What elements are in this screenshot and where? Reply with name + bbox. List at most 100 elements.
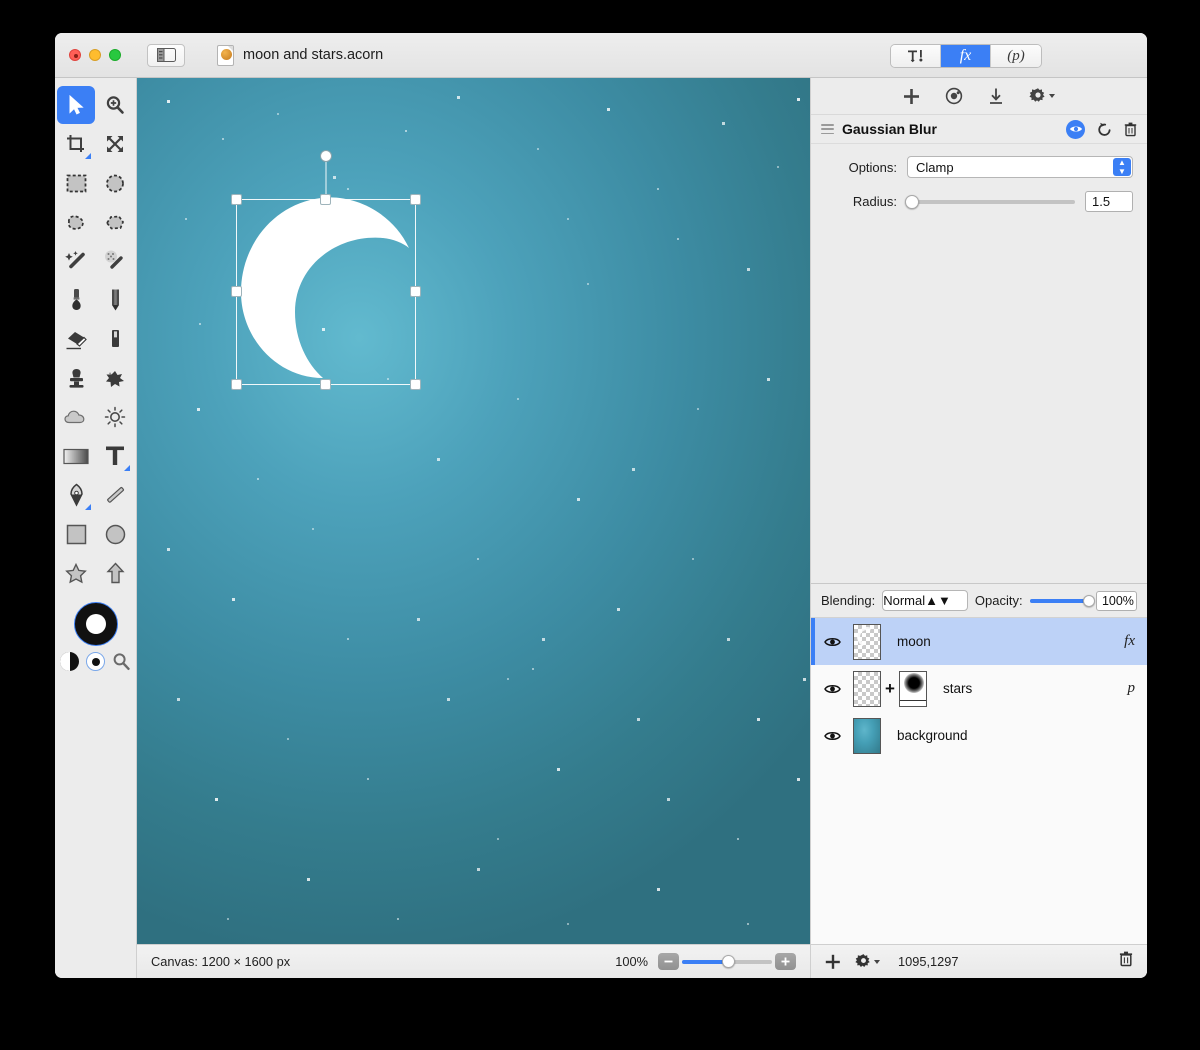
text-tool[interactable] bbox=[96, 437, 134, 475]
tab-filters[interactable]: fx bbox=[941, 45, 991, 67]
filter-header[interactable]: Gaussian Blur bbox=[811, 114, 1147, 144]
paint-bucket-tool[interactable] bbox=[96, 320, 134, 358]
line-tool[interactable] bbox=[96, 476, 134, 514]
smudge-splat-icon bbox=[106, 371, 124, 387]
zoom-in-button[interactable] bbox=[775, 953, 796, 970]
handle-top-right[interactable] bbox=[410, 194, 421, 205]
layer-name-label: stars bbox=[942, 681, 973, 696]
drag-grip-icon[interactable] bbox=[821, 124, 834, 134]
handle-top-center[interactable] bbox=[320, 194, 331, 205]
zoom-slider-thumb[interactable] bbox=[722, 955, 736, 968]
document-chip[interactable]: moon and stars.acorn bbox=[217, 44, 383, 66]
radius-value-field[interactable]: 1.5 bbox=[1085, 191, 1133, 212]
magic-wand-tool[interactable] bbox=[57, 242, 95, 280]
layer-fx-badge[interactable]: fx bbox=[1124, 633, 1135, 650]
bezier-pen-tool[interactable] bbox=[57, 476, 95, 514]
sidebar-toggle-button[interactable] bbox=[147, 43, 185, 67]
layer-mask-thumbnail bbox=[898, 670, 927, 707]
zoom-out-button[interactable] bbox=[658, 953, 679, 970]
color-wheel-icon[interactable] bbox=[945, 87, 963, 105]
options-popup-button[interactable]: Clamp ▲ ▼ bbox=[907, 156, 1133, 178]
zoom-tool[interactable] bbox=[96, 86, 134, 124]
star-shape-tool[interactable] bbox=[57, 554, 95, 592]
tab-tools[interactable] bbox=[891, 45, 941, 67]
arrow-shape-tool[interactable] bbox=[96, 554, 134, 592]
handle-bottom-left[interactable] bbox=[231, 379, 242, 390]
layer-name-label: moon bbox=[897, 634, 931, 649]
download-arrow-icon[interactable] bbox=[988, 87, 1004, 105]
chevron-down-icon bbox=[1049, 94, 1055, 98]
layer-visibility-toggle[interactable] bbox=[811, 683, 853, 695]
foreground-background-color-well[interactable] bbox=[73, 602, 118, 646]
handle-middle-right[interactable] bbox=[410, 286, 421, 297]
inspector-segmented-control[interactable]: fx (p) bbox=[890, 44, 1042, 68]
layer-row-background[interactable]: background bbox=[811, 712, 1147, 759]
cloud-icon bbox=[64, 410, 85, 424]
radius-slider-thumb[interactable] bbox=[905, 194, 920, 209]
close-button[interactable] bbox=[69, 49, 81, 61]
dodge-tool[interactable] bbox=[57, 398, 95, 436]
layer-row-moon[interactable]: moon fx bbox=[811, 618, 1147, 665]
canvas-viewport[interactable] bbox=[137, 78, 810, 944]
plus-icon[interactable] bbox=[903, 88, 920, 105]
rect-marquee-icon bbox=[66, 174, 86, 192]
reset-colors-icon[interactable] bbox=[86, 652, 105, 671]
handle-middle-left[interactable] bbox=[231, 286, 242, 297]
options-popup-value: Clamp bbox=[916, 159, 954, 175]
opacity-value-field[interactable]: 100% bbox=[1095, 590, 1137, 611]
radius-slider-track[interactable] bbox=[905, 194, 1075, 209]
delete-layer-button[interactable] bbox=[1119, 951, 1133, 972]
rectangular-select-tool[interactable] bbox=[57, 164, 95, 202]
eraser-tool[interactable] bbox=[57, 320, 95, 358]
polygon-lasso-tool[interactable] bbox=[96, 203, 134, 241]
zoom-slider-track[interactable] bbox=[682, 955, 772, 968]
add-layer-button[interactable] bbox=[825, 954, 841, 970]
gradient-tool[interactable] bbox=[57, 437, 95, 475]
tab-presets[interactable]: (p) bbox=[991, 45, 1041, 67]
opacity-slider-thumb[interactable] bbox=[1082, 594, 1095, 607]
instant-alpha-tool[interactable] bbox=[96, 242, 134, 280]
minimize-button[interactable] bbox=[89, 49, 101, 61]
plus-icon bbox=[781, 957, 790, 966]
move-tool[interactable] bbox=[57, 86, 95, 124]
status-bar: Canvas: 1200 × 1600 px 100% bbox=[137, 944, 810, 978]
lasso-tool[interactable] bbox=[57, 203, 95, 241]
burn-tool[interactable] bbox=[96, 398, 134, 436]
clone-stamp-tool[interactable] bbox=[57, 359, 95, 397]
layer-visibility-toggle[interactable] bbox=[811, 636, 853, 648]
radius-slider[interactable] bbox=[905, 194, 1075, 209]
layer-visibility-toggle[interactable] bbox=[811, 730, 853, 742]
rotation-handle[interactable] bbox=[320, 150, 332, 162]
smudge-tool[interactable] bbox=[96, 359, 134, 397]
ellipse-shape-tool[interactable] bbox=[96, 515, 134, 553]
rectangle-shape-tool[interactable] bbox=[57, 515, 95, 553]
magnifier-icon[interactable] bbox=[112, 652, 131, 671]
handle-bottom-center[interactable] bbox=[320, 379, 331, 390]
layer-actions-button[interactable] bbox=[855, 953, 880, 970]
blending-mode-popup[interactable]: Normal ▲▼ bbox=[882, 590, 968, 611]
paint-brush-tool[interactable] bbox=[57, 281, 95, 319]
reset-filter-button[interactable] bbox=[1097, 122, 1112, 137]
zoom-button[interactable] bbox=[109, 49, 121, 61]
opacity-slider[interactable] bbox=[1029, 594, 1095, 607]
crop-tool[interactable] bbox=[57, 125, 95, 163]
image-canvas[interactable] bbox=[137, 78, 810, 944]
selection-bounding-box[interactable] bbox=[231, 150, 421, 390]
layer-row-stars[interactable]: + stars p bbox=[811, 665, 1147, 712]
magic-wand-icon bbox=[65, 251, 85, 269]
sidebar-toggle-icon bbox=[156, 48, 176, 62]
toggle-filter-visibility-button[interactable] bbox=[1066, 119, 1085, 139]
handle-top-left[interactable] bbox=[231, 194, 242, 205]
layer-preset-badge[interactable]: p bbox=[1128, 680, 1136, 697]
sun-icon bbox=[104, 406, 126, 428]
elliptical-select-tool[interactable] bbox=[96, 164, 134, 202]
delete-filter-button[interactable] bbox=[1124, 122, 1137, 137]
filter-settings-button[interactable] bbox=[1029, 87, 1055, 105]
zoom-slider[interactable] bbox=[658, 953, 796, 970]
pencil-tool[interactable] bbox=[96, 281, 134, 319]
handle-bottom-right[interactable] bbox=[410, 379, 421, 390]
swap-colors-icon[interactable] bbox=[60, 652, 79, 671]
transform-tool[interactable] bbox=[96, 125, 134, 163]
gear-icon bbox=[855, 954, 870, 967]
star-icon bbox=[65, 562, 87, 583]
